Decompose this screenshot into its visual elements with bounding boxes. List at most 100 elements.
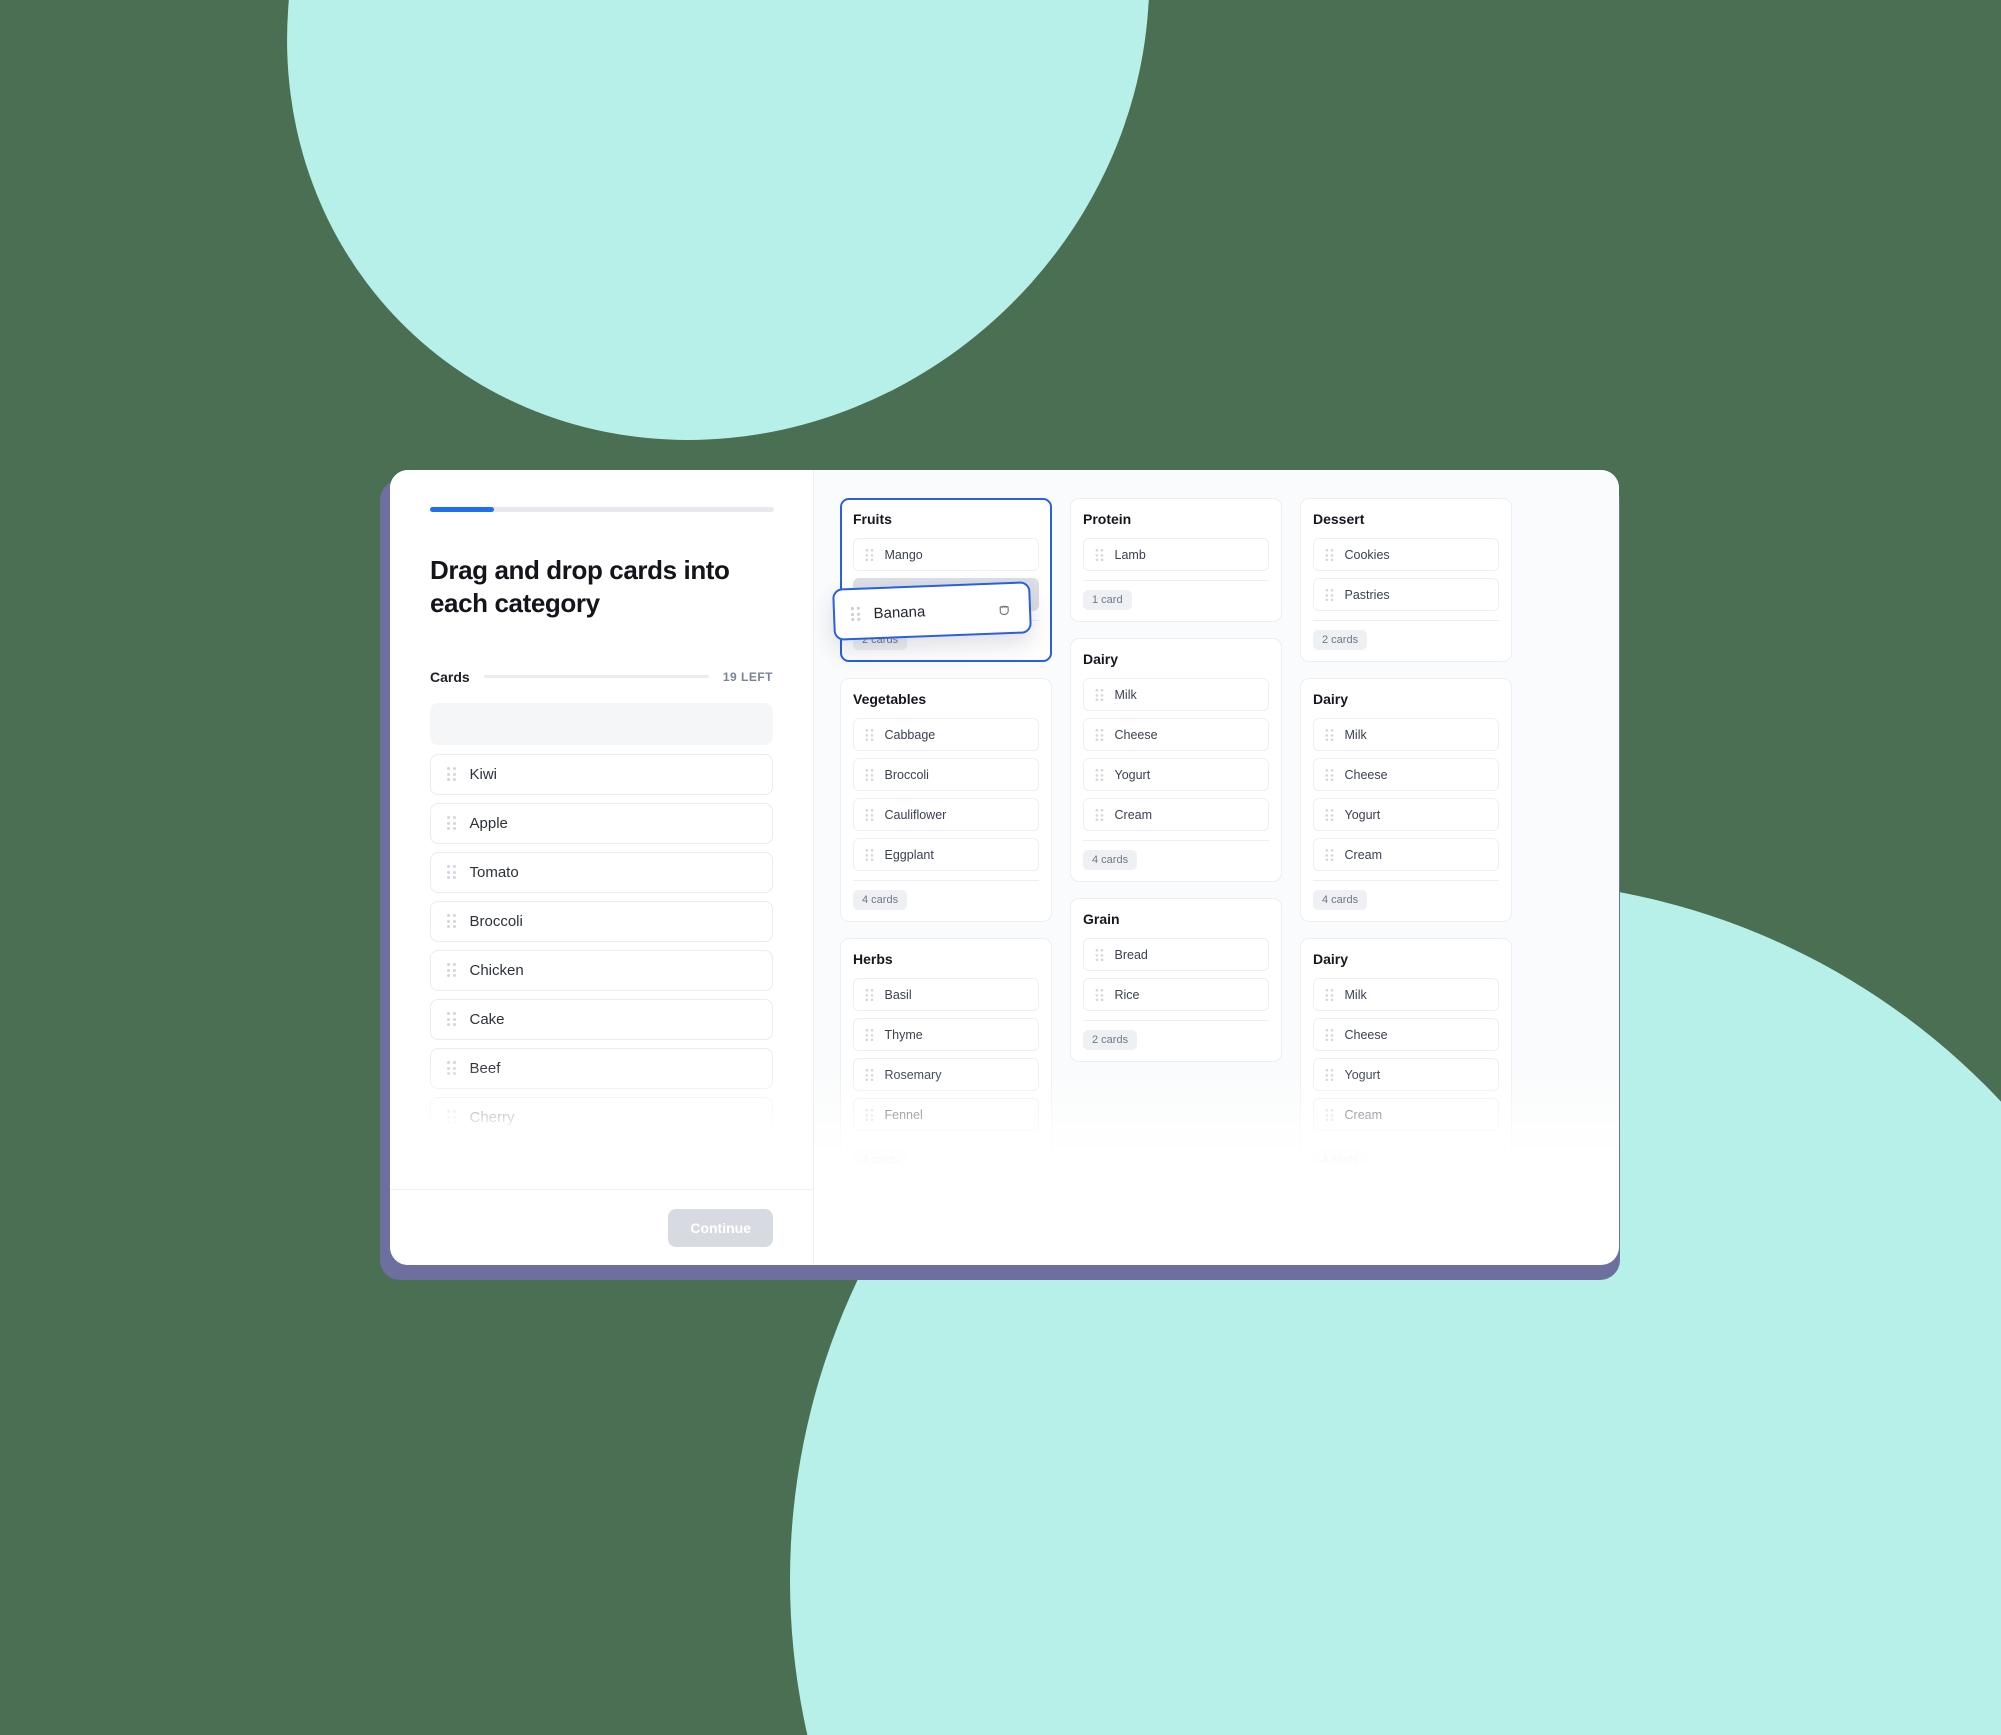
pool-card[interactable]: Beef [430, 1047, 773, 1089]
drag-handle-icon[interactable] [447, 1061, 456, 1076]
category-card[interactable]: Cauliflower [853, 798, 1039, 831]
category-card[interactable]: Yogurt [1083, 758, 1269, 791]
category-card[interactable]: Yogurt [1313, 1058, 1499, 1091]
drag-handle-icon[interactable] [850, 606, 860, 622]
drag-handle-icon[interactable] [1325, 548, 1333, 561]
drag-handle-icon[interactable] [1325, 1068, 1333, 1081]
category-card[interactable]: Cream [1313, 1098, 1499, 1131]
pool-card[interactable]: Chicken [430, 949, 773, 991]
category-group-dairy[interactable]: Dairy Milk Cheese Yogurt Cream 4 cards [1300, 678, 1512, 922]
category-card[interactable]: Cream [1313, 838, 1499, 871]
category-card[interactable]: Pastries [1313, 578, 1499, 611]
drag-handle-icon[interactable] [1325, 988, 1333, 1001]
drag-handle-icon[interactable] [1325, 588, 1333, 601]
category-card[interactable]: Cream [1083, 798, 1269, 831]
category-card[interactable]: Milk [1313, 978, 1499, 1011]
category-group-title: Dairy [1313, 691, 1349, 707]
group-divider [853, 1140, 1039, 1141]
drag-handle-icon[interactable] [1325, 728, 1333, 741]
pool-card-label: Kiwi [469, 765, 498, 783]
category-card[interactable]: Lamb [1083, 538, 1269, 571]
category-card[interactable]: Cheese [1313, 758, 1499, 791]
drag-handle-icon[interactable] [1325, 1108, 1333, 1121]
category-card-label: Milk [1344, 727, 1367, 742]
drag-handle-icon[interactable] [1095, 688, 1103, 701]
drag-handle-icon[interactable] [1095, 728, 1103, 741]
dragged-card-banana[interactable]: Banana [832, 581, 1032, 641]
drag-handle-icon[interactable] [1095, 548, 1103, 561]
drag-handle-icon[interactable] [865, 988, 873, 1001]
category-card[interactable]: Broccoli [853, 758, 1039, 791]
category-card[interactable]: Cabbage [853, 718, 1039, 751]
drag-handle-icon[interactable] [447, 816, 456, 831]
category-card[interactable]: Eggplant [853, 838, 1039, 871]
category-card[interactable]: Rice [1083, 978, 1269, 1011]
category-card[interactable]: Milk [1313, 718, 1499, 751]
continue-button[interactable]: Continue [668, 1208, 773, 1247]
drag-handle-icon[interactable] [865, 1068, 873, 1081]
drag-handle-icon[interactable] [865, 808, 873, 821]
category-card[interactable]: Thyme [853, 1018, 1039, 1051]
group-divider [853, 880, 1039, 881]
category-card[interactable]: Milk [1083, 678, 1269, 711]
drag-handle-icon[interactable] [865, 1108, 873, 1121]
category-card[interactable]: Cheese [1083, 718, 1269, 751]
drag-handle-icon[interactable] [1325, 768, 1333, 781]
pool-card[interactable]: Apple [430, 802, 773, 844]
drag-handle-icon[interactable] [1095, 948, 1103, 961]
drag-handle-icon[interactable] [447, 767, 456, 782]
drag-handle-icon[interactable] [865, 728, 873, 741]
category-group-vegetables[interactable]: Vegetables Cabbage Broccoli Cauliflower Eggp… [840, 678, 1052, 922]
category-card-label: Bread [1114, 947, 1148, 962]
category-group-dairy[interactable]: Dairy Milk Cheese Yogurt Cream 4 cards [1070, 638, 1282, 882]
drag-handle-icon[interactable] [1095, 988, 1103, 1001]
board-column: Protein Lamb 1 card Dairy Milk Cheese Yogurt Cr… [1070, 498, 1282, 1265]
pool-card-label: Cherry [469, 1108, 515, 1126]
category-group-grain[interactable]: Grain Bread Rice 2 cards [1070, 898, 1282, 1062]
group-divider [1083, 1020, 1269, 1021]
pool-card[interactable]: Cherry [430, 1096, 773, 1138]
pool-card[interactable]: Tomato [430, 851, 773, 893]
category-card[interactable]: Cheese [1313, 1018, 1499, 1051]
drag-handle-icon[interactable] [447, 865, 456, 880]
category-card[interactable]: Fennel [853, 1098, 1039, 1131]
pool-card[interactable]: Cake [430, 998, 773, 1040]
drag-handle-icon[interactable] [1325, 808, 1333, 821]
drag-handle-icon[interactable] [1325, 848, 1333, 861]
drag-handle-icon[interactable] [1095, 768, 1103, 781]
board-column: Dessert Cookies Pastries 2 cards Dairy Milk Ch… [1300, 498, 1512, 1265]
drag-handle-icon[interactable] [865, 768, 873, 781]
group-divider [1313, 1140, 1499, 1141]
category-group-dessert[interactable]: Dessert Cookies Pastries 2 cards [1300, 498, 1512, 662]
category-card[interactable]: Basil [853, 978, 1039, 1011]
category-card[interactable]: Mango [853, 538, 1039, 571]
drag-handle-icon[interactable] [865, 1028, 873, 1041]
category-group-dairy[interactable]: Dairy Milk Cheese Yogurt Cream 4 cards [1300, 938, 1512, 1182]
drag-handle-icon[interactable] [447, 1012, 456, 1027]
pool-card[interactable]: Kiwi [430, 753, 773, 795]
category-group-title: Fruits [853, 511, 892, 527]
drag-handle-icon[interactable] [447, 914, 456, 929]
category-group-title: Protein [1083, 511, 1132, 527]
drag-handle-icon[interactable] [865, 548, 873, 561]
category-group-title: Vegetables [853, 691, 927, 707]
drag-handle-icon[interactable] [1095, 808, 1103, 821]
category-group-herbs[interactable]: Herbs Basil Thyme Rosemary Fennel 4 cards [840, 938, 1052, 1182]
drag-handle-icon[interactable] [865, 848, 873, 861]
drag-handle-icon[interactable] [447, 1110, 456, 1125]
category-card-label: Cream [1344, 1107, 1383, 1122]
drag-handle-icon[interactable] [447, 963, 456, 978]
card-pool-list[interactable]: Kiwi Apple Tomato Broccoli Chicken Cake Beef Ch… [430, 702, 773, 1189]
drag-handle-icon[interactable] [1325, 1028, 1333, 1041]
category-card[interactable]: Cookies [1313, 538, 1499, 571]
category-group-protein[interactable]: Protein Lamb 1 card [1070, 498, 1282, 622]
category-card[interactable]: Bread [1083, 938, 1269, 971]
pool-card-label: Beef [469, 1059, 501, 1077]
category-group-title: Dessert [1313, 511, 1365, 527]
cards-left-counter: 19 LEFT [722, 669, 773, 684]
card-count-badge: 2 cards [1083, 1030, 1138, 1050]
category-card-label: Cabbage [884, 727, 936, 742]
pool-card[interactable]: Broccoli [430, 900, 773, 942]
category-card[interactable]: Yogurt [1313, 798, 1499, 831]
category-card[interactable]: Rosemary [853, 1058, 1039, 1091]
